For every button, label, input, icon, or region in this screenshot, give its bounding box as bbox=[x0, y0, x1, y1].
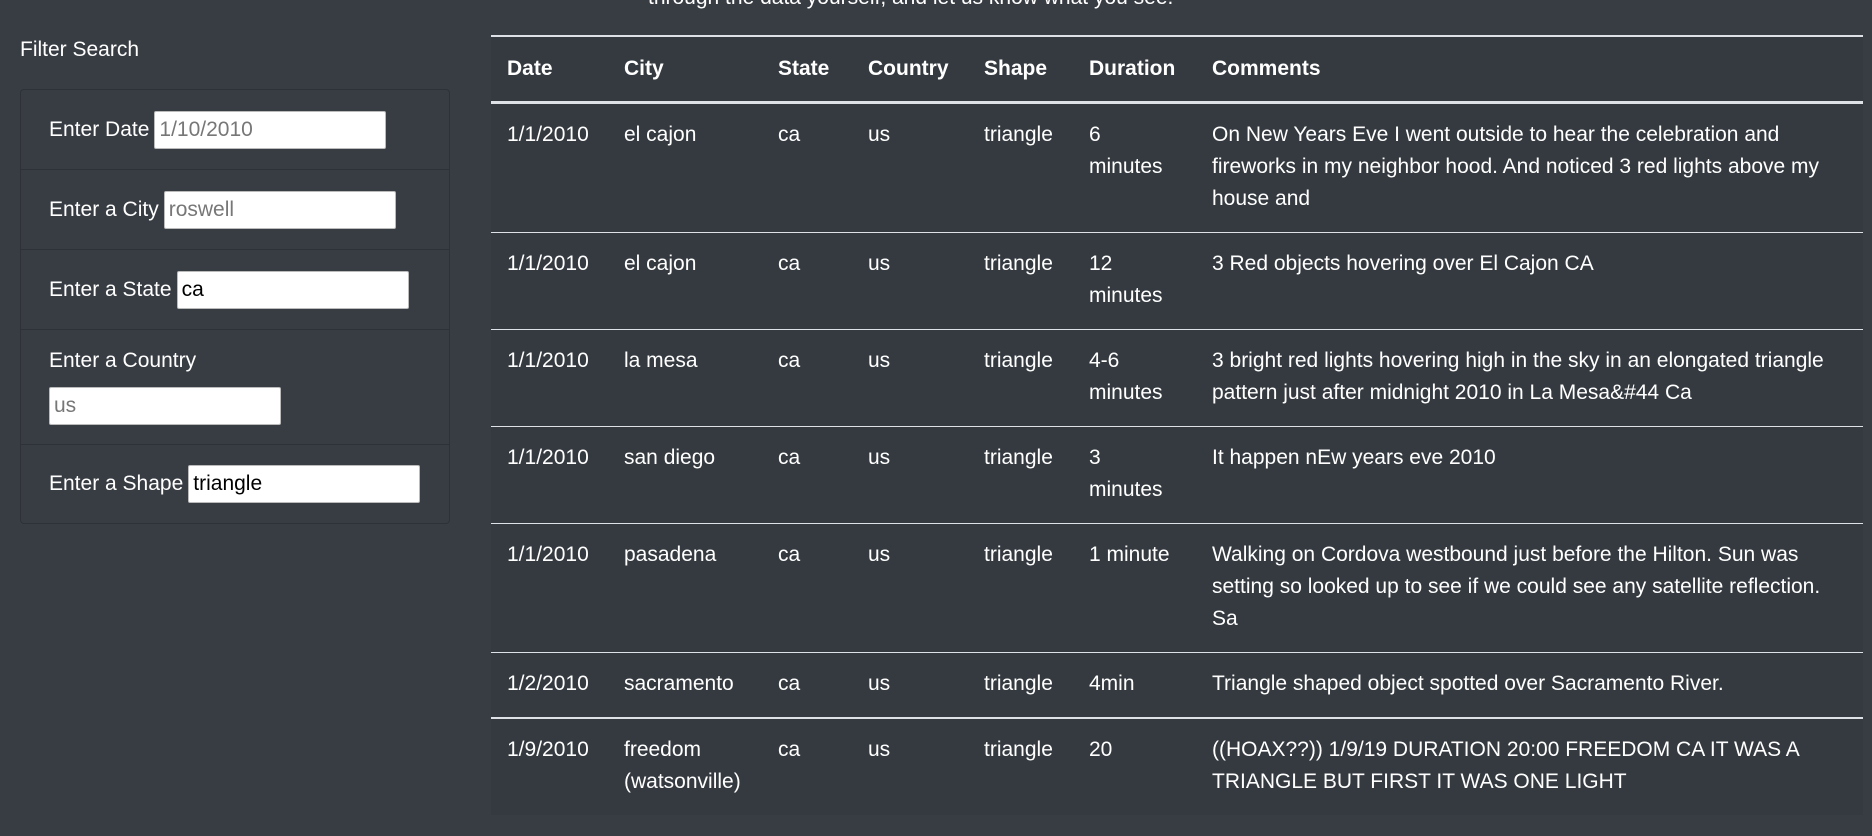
city-label: Enter a City bbox=[49, 197, 159, 221]
cell-comments: Triangle shaped object spotted over Sacr… bbox=[1196, 652, 1863, 718]
column-header-shape: Shape bbox=[968, 35, 1073, 104]
cell-duration: 4-6 minutes bbox=[1073, 329, 1196, 427]
cell-city: sacramento bbox=[608, 652, 762, 718]
table-row: 1/9/2010 freedom (watsonville) ca us triangl… bbox=[491, 717, 1863, 815]
cell-country: us bbox=[852, 717, 968, 815]
cell-comments: Walking on Cordova westbound just before… bbox=[1196, 523, 1863, 653]
filter-panel: Enter Date Enter a City Enter a State En… bbox=[20, 89, 450, 524]
cell-date: 1/2/2010 bbox=[491, 652, 608, 718]
table-row: 1/1/2010 el cajon ca us triangle 6 minutes On … bbox=[491, 103, 1863, 233]
cell-duration: 6 minutes bbox=[1089, 123, 1163, 178]
filter-title: Filter Search bbox=[20, 38, 140, 61]
cell-country: us bbox=[852, 232, 968, 330]
column-header-city: City bbox=[608, 35, 762, 104]
state-input[interactable] bbox=[176, 270, 409, 309]
cell-state: ca bbox=[762, 652, 852, 718]
column-header-state: State bbox=[762, 35, 852, 104]
cell-duration: 12 minutes bbox=[1073, 232, 1196, 330]
cell-state: ca bbox=[762, 717, 852, 815]
cell-country: us bbox=[852, 652, 968, 718]
cell-date: 1/1/2010 bbox=[507, 123, 589, 146]
cell-shape: triangle bbox=[968, 717, 1073, 815]
cell-country: us bbox=[852, 523, 968, 653]
cell-duration: 1 minute bbox=[1073, 523, 1196, 653]
cell-city: san diego bbox=[608, 426, 762, 524]
city-input[interactable] bbox=[163, 190, 396, 229]
cell-city: freedom (watsonville) bbox=[608, 717, 762, 815]
table-row: 1/2/2010 sacramento ca us triangle 4min Triang… bbox=[491, 652, 1863, 718]
table-row: 1/1/2010 la mesa ca us triangle 4-6 minutes 3 … bbox=[491, 329, 1863, 427]
cell-country: us bbox=[868, 123, 891, 146]
shape-label: Enter a Shape bbox=[49, 472, 184, 495]
filter-country: Enter a Country bbox=[21, 330, 449, 445]
cell-shape: triangle bbox=[968, 232, 1073, 330]
sightings-table: Date City State Country Shape Duration Comment… bbox=[491, 35, 1863, 815]
column-header-comments: Comments bbox=[1196, 35, 1863, 104]
filter-state: Enter a State bbox=[21, 250, 449, 330]
filter-date: Enter Date bbox=[21, 90, 449, 170]
cell-date: 1/1/2010 bbox=[491, 329, 608, 427]
cell-shape: triangle bbox=[968, 426, 1073, 524]
cell-state: ca bbox=[762, 523, 852, 653]
cell-shape: triangle bbox=[984, 123, 1053, 146]
cell-comments: On New Years Eve I went outside to hear … bbox=[1212, 123, 1820, 210]
cell-country: us bbox=[852, 426, 968, 524]
intro-text: through the data yourself, and let us kn… bbox=[648, 0, 1173, 10]
filter-shape: Enter a Shape bbox=[21, 445, 449, 523]
state-label: Enter a State bbox=[49, 277, 172, 301]
cell-state: ca bbox=[762, 426, 852, 524]
cell-duration: 20 bbox=[1073, 717, 1196, 815]
cell-duration: 4min bbox=[1073, 652, 1196, 718]
date-input[interactable] bbox=[154, 110, 387, 149]
column-header-duration: Duration bbox=[1073, 35, 1196, 104]
cell-shape: triangle bbox=[968, 329, 1073, 427]
cell-city: la mesa bbox=[608, 329, 762, 427]
cell-comments: ((HOAX??)) 1/9/19 DURATION 20:00 FREEDOM… bbox=[1196, 717, 1863, 815]
cell-country: us bbox=[852, 329, 968, 427]
cell-comments: 3 Red objects hovering over El Cajon CA bbox=[1196, 232, 1863, 330]
cell-comments: 3 bright red lights hovering high in the… bbox=[1196, 329, 1863, 427]
shape-input[interactable] bbox=[188, 465, 421, 503]
cell-comments: It happen nEw years eve 2010 bbox=[1196, 426, 1863, 524]
cell-date: 1/9/2010 bbox=[491, 717, 608, 815]
column-header-country: Country bbox=[852, 35, 968, 104]
cell-date: 1/1/2010 bbox=[491, 232, 608, 330]
date-label: Enter Date bbox=[49, 117, 150, 141]
cell-state: ca bbox=[762, 232, 852, 330]
filter-city: Enter a City bbox=[21, 170, 449, 250]
cell-shape: triangle bbox=[968, 652, 1073, 718]
cell-date: 1/1/2010 bbox=[491, 523, 608, 653]
table-header-row: Date City State Country Shape Duration Comment… bbox=[491, 35, 1863, 104]
cell-city: el cajon bbox=[624, 123, 697, 146]
cell-shape: triangle bbox=[968, 523, 1073, 653]
cell-state: ca bbox=[778, 123, 801, 146]
cell-city: el cajon bbox=[608, 232, 762, 330]
cell-date: 1/1/2010 bbox=[491, 426, 608, 524]
table-row: 1/1/2010 san diego ca us triangle 3 minutes It… bbox=[491, 426, 1863, 524]
table-row: 1/1/2010 el cajon ca us triangle 12 minutes 3 … bbox=[491, 232, 1863, 330]
cell-duration: 3 minutes bbox=[1073, 426, 1196, 524]
country-label: Enter a Country bbox=[49, 349, 197, 372]
country-input[interactable] bbox=[49, 387, 281, 425]
table-row: 1/1/2010 pasadena ca us triangle 1 minute Walk… bbox=[491, 523, 1863, 653]
cell-city: pasadena bbox=[608, 523, 762, 653]
column-header-date: Date bbox=[491, 35, 608, 104]
cell-state: ca bbox=[762, 329, 852, 427]
